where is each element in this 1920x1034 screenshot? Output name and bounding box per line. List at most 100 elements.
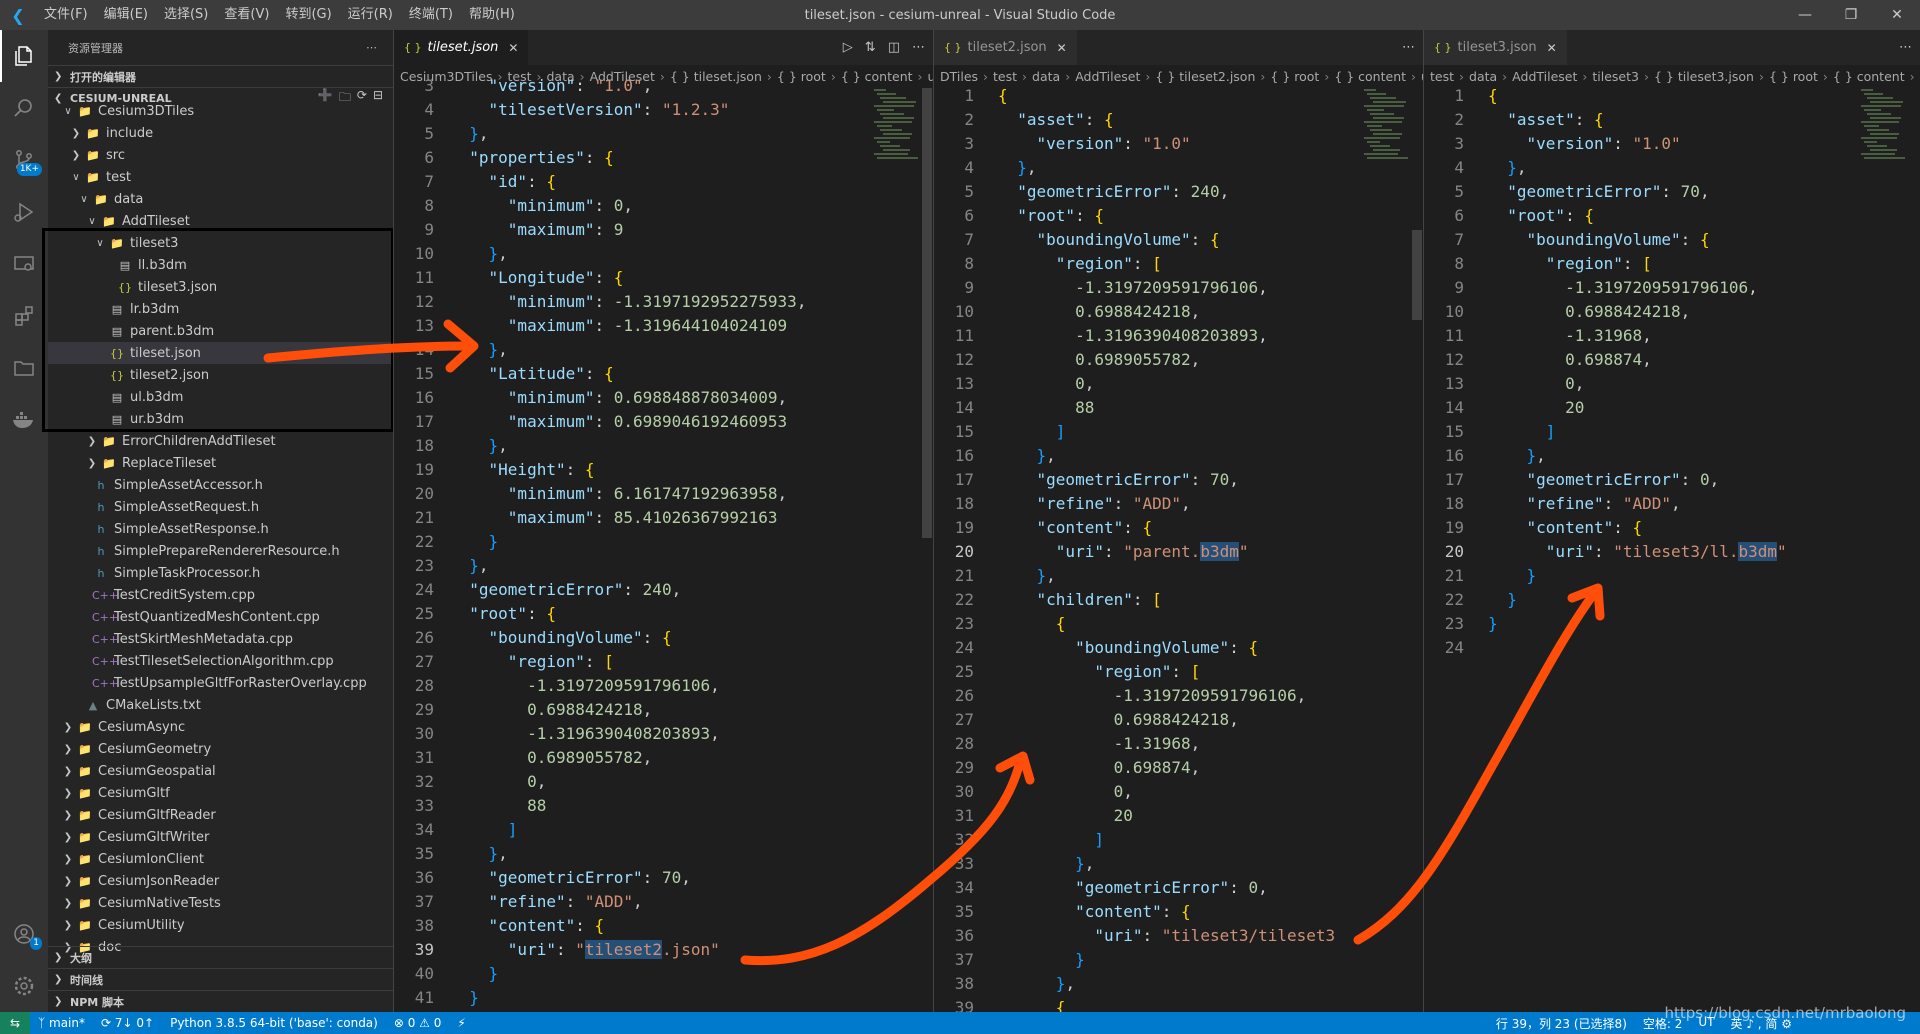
docker-icon[interactable]	[0, 394, 48, 446]
search-icon[interactable]	[0, 82, 48, 134]
minimap[interactable]	[1861, 87, 1911, 197]
minimap[interactable]	[1364, 87, 1414, 197]
tree-file[interactable]: ▤ ur.b3dm	[48, 408, 393, 430]
source-control-icon[interactable]: 1K+	[0, 134, 48, 186]
notify-icon[interactable]: ⚡	[449, 1016, 473, 1030]
scrollbar-thumb[interactable]	[1412, 230, 1422, 320]
tree-folder[interactable]: ❯ 📁 CesiumNativeTests	[48, 892, 393, 914]
tree-folder[interactable]: ∨ 📁 tileset3	[48, 232, 393, 254]
tree-folder[interactable]: ❯ 📁 CesiumGeometry	[48, 738, 393, 760]
breadcrumb-item[interactable]: { } content	[1334, 69, 1406, 84]
tree-folder[interactable]: ❯ 📁 include	[48, 122, 393, 144]
menu-item[interactable]: 转到(G)	[277, 0, 339, 30]
tree-file[interactable]: C++ TestTilesetSelectionAlgorithm.cpp	[48, 650, 393, 672]
close-tab-icon[interactable]: ✕	[508, 41, 518, 55]
split-editor-icon[interactable]: ◫	[888, 40, 900, 55]
breadcrumb-item[interactable]: data	[1032, 69, 1060, 84]
more-actions-icon[interactable]: ⋯	[1899, 40, 1912, 55]
breadcrumb-item[interactable]: AddTileset	[1075, 69, 1140, 84]
breadcrumb-item[interactable]: { } content	[1833, 69, 1905, 84]
code-editor[interactable]: 1{2 "asset": {3 "version": "1.0" 4 }, 5 "g…	[1424, 84, 1920, 660]
tree-file[interactable]: C++ TestQuantizedMeshContent.cpp	[48, 606, 393, 628]
remote-explorer-icon[interactable]	[0, 238, 48, 290]
breadcrumb-item[interactable]: DTiles	[940, 69, 978, 84]
tree-file[interactable]: ▤ ll.b3dm	[48, 254, 393, 276]
open-editors-section[interactable]: ❯ 打开的编辑器	[48, 65, 393, 87]
editor-tab[interactable]: { } tileset2.json ✕	[934, 30, 1077, 65]
tree-file[interactable]: C++ TestCreditSystem.cpp	[48, 584, 393, 606]
tree-file[interactable]: ▲ CMakeLists.txt	[48, 694, 393, 716]
sidebar-section[interactable]: ❯ 大纲	[48, 946, 393, 968]
minimize-icon[interactable]: —	[1782, 0, 1828, 30]
code-editor[interactable]: 3 "version": "1.0", 4 "tilesetVersion": "…	[394, 74, 933, 1010]
tree-file[interactable]: h SimplePrepareRendererResource.h	[48, 540, 393, 562]
tree-folder[interactable]: ❯ 📁 ReplaceTileset	[48, 452, 393, 474]
tree-file[interactable]: ▤ ul.b3dm	[48, 386, 393, 408]
tree-folder[interactable]: ❯ 📁 CesiumUtility	[48, 914, 393, 936]
close-tab-icon[interactable]: ✕	[1547, 41, 1557, 55]
tree-file[interactable]: ▤ parent.b3dm	[48, 320, 393, 342]
extensions-icon[interactable]	[0, 290, 48, 342]
breadcrumb-item[interactable]: { } tileset2.json	[1155, 69, 1255, 84]
menu-item[interactable]: 选择(S)	[156, 0, 216, 30]
tree-file[interactable]: h SimpleAssetAccessor.h	[48, 474, 393, 496]
tree-folder[interactable]: ❯ 📁 CesiumIonClient	[48, 848, 393, 870]
breadcrumb-item[interactable]: data	[1469, 69, 1497, 84]
run-icon[interactable]: ▷	[843, 40, 853, 55]
sidebar-section[interactable]: ❯ 时间线	[48, 968, 393, 990]
tree-file[interactable]: {} tileset3.json	[48, 276, 393, 298]
close-tab-icon[interactable]: ✕	[1057, 41, 1067, 55]
tree-folder[interactable]: ❯ 📁 CesiumAsync	[48, 716, 393, 738]
explorer-icon[interactable]	[0, 30, 48, 82]
menu-item[interactable]: 运行(R)	[340, 0, 401, 30]
cursor-position[interactable]: 行 39，列 23 (已选择8)	[1488, 1015, 1635, 1032]
tree-file[interactable]: C++ TestUpsampleGltfForRasterOverlay.cpp	[48, 672, 393, 694]
more-actions-icon[interactable]: ⋯	[1402, 40, 1415, 55]
menu-item[interactable]: 查看(V)	[216, 0, 277, 30]
sidebar-section[interactable]: ❯ NPM 脚本	[48, 990, 393, 1012]
tree-folder[interactable]: ❯ 📁 src	[48, 144, 393, 166]
tree-folder[interactable]: ∨ 📁 Cesium3DTiles	[48, 100, 393, 122]
tree-file[interactable]: {} tileset.json	[48, 342, 393, 364]
restore-icon[interactable]: ❐	[1828, 0, 1874, 30]
tree-folder[interactable]: ❯ 📁 CesiumGltf	[48, 782, 393, 804]
editor-tab[interactable]: { } tileset3.json ✕	[1424, 30, 1567, 65]
run-debug-icon[interactable]	[0, 186, 48, 238]
tree-file[interactable]: h SimpleTaskProcessor.h	[48, 562, 393, 584]
tree-folder[interactable]: ❯ 📁 CesiumGltfWriter	[48, 826, 393, 848]
sync-status[interactable]: ⟳ 7↓ 0↑	[93, 1016, 162, 1030]
tree-folder[interactable]: ∨ 📁 test	[48, 166, 393, 188]
settings-gear-icon[interactable]	[0, 960, 48, 1012]
folder-icon[interactable]	[0, 342, 48, 394]
breadcrumb-item[interactable]: tileset3	[1592, 69, 1639, 84]
breadcrumb-item[interactable]: test	[1430, 69, 1454, 84]
menu-item[interactable]: 帮助(H)	[461, 0, 523, 30]
tree-folder[interactable]: ❯ 📁 ErrorChildrenAddTileset	[48, 430, 393, 452]
close-icon[interactable]: ✕	[1874, 0, 1920, 30]
tree-file[interactable]: C++ TestSkirtMeshMetadata.cpp	[48, 628, 393, 650]
tree-folder[interactable]: ❯ 📁 CesiumGeospatial	[48, 760, 393, 782]
breadcrumb-item[interactable]: { } root	[1270, 69, 1319, 84]
breadcrumb-item[interactable]: test	[993, 69, 1017, 84]
scrollbar-thumb[interactable]	[922, 88, 932, 538]
remote-indicator-icon[interactable]: ⇆	[0, 1012, 30, 1034]
compare-icon[interactable]: ⇅	[865, 40, 876, 55]
account-icon[interactable]: 1	[0, 908, 48, 960]
editor-tab[interactable]: { } tileset.json ✕	[394, 30, 529, 65]
more-actions-icon[interactable]: ⋯	[366, 41, 377, 54]
branch-status[interactable]: ᛉ main*	[30, 1016, 93, 1030]
menu-item[interactable]: 编辑(E)	[96, 0, 156, 30]
tree-file[interactable]: h SimpleAssetResponse.h	[48, 518, 393, 540]
tree-folder[interactable]: ❯ 📁 CesiumGltfReader	[48, 804, 393, 826]
problems-status[interactable]: ⊗ 0 ⚠ 0	[386, 1016, 450, 1030]
tree-folder[interactable]: ❯ 📁 CesiumJsonReader	[48, 870, 393, 892]
breadcrumb-item[interactable]: { } root	[1769, 69, 1818, 84]
menu-item[interactable]: 文件(F)	[36, 0, 96, 30]
breadcrumb-item[interactable]: { } tileset3.json	[1654, 69, 1754, 84]
menu-item[interactable]: 终端(T)	[401, 0, 461, 30]
breadcrumb-item[interactable]: AddTileset	[1512, 69, 1577, 84]
tree-folder[interactable]: ∨ 📁 AddTileset	[48, 210, 393, 232]
tree-folder[interactable]: ∨ 📁 data	[48, 188, 393, 210]
minimap[interactable]	[874, 87, 924, 197]
tree-file[interactable]: ▤ lr.b3dm	[48, 298, 393, 320]
